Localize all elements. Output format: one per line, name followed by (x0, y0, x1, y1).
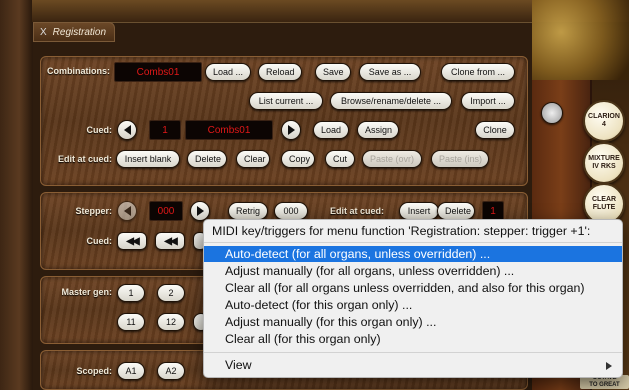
insert-blank-button[interactable]: Insert blank (116, 150, 180, 168)
stepper-display: 000 (149, 201, 183, 221)
retrig-button[interactable]: Retrig (228, 202, 268, 220)
menu-item-view-label: View (225, 358, 252, 372)
organ-knob-icon (541, 102, 563, 124)
master-gen-11-button[interactable]: 11 (117, 313, 145, 331)
menu-item-adjust-all[interactable]: Adjust manually (for all organs, unless … (204, 263, 622, 279)
cued-load-button[interactable]: Load (313, 121, 349, 139)
browse-rename-delete-button[interactable]: Browse/rename/delete ... (330, 92, 452, 110)
window-title: Registration (52, 26, 107, 38)
assign-button[interactable]: Assign (357, 121, 399, 139)
scoped-a2-button[interactable]: A2 (157, 362, 185, 380)
stepper-delete-button[interactable]: Delete (437, 202, 475, 220)
paste-overwrite-button[interactable]: Paste (ovr) (362, 150, 422, 168)
drawstop-mixture[interactable]: MIXTURE IV RKS (583, 142, 625, 184)
menu-item-auto-detect-all[interactable]: Auto-detect (for all organs, unless over… (204, 246, 622, 262)
master-gen-1-button[interactable]: 1 (117, 284, 145, 302)
stepper-edit-label: Edit at cued: (330, 206, 385, 216)
menu-separator (204, 242, 622, 243)
right-arrow-icon (196, 206, 204, 216)
import-button[interactable]: Import ... (461, 92, 515, 110)
scoped-a1-button[interactable]: A1 (117, 362, 145, 380)
cued-prev-button[interactable] (117, 120, 137, 140)
stepper-next-button[interactable] (190, 201, 210, 221)
rewind-icon: ◀◀ (126, 235, 139, 247)
submenu-arrow-icon (606, 362, 612, 370)
menu-item-clear-all-global[interactable]: Clear all (for all organs unless overrid… (204, 280, 622, 296)
left-arrow-icon (123, 206, 131, 216)
menu-item-clear-organ[interactable]: Clear all (for this organ only) (204, 331, 622, 347)
menu-item-adjust-organ[interactable]: Adjust manually (for this organ only) ..… (204, 314, 622, 330)
stepper-cued-label: Cued: (86, 236, 113, 246)
left-arrow-icon (123, 125, 131, 135)
cued-next-button[interactable] (281, 120, 301, 140)
stepper-prev-button[interactable] (117, 201, 137, 221)
list-current-button[interactable]: List current ... (249, 92, 323, 110)
reload-button[interactable]: Reload (258, 63, 302, 81)
cued-number-display: 1 (149, 120, 181, 140)
stepper-rewind-button[interactable]: ◀◀ (155, 232, 185, 250)
paste-insert-button[interactable]: Paste (ins) (431, 150, 489, 168)
combinations-display: Combs01 (114, 62, 202, 82)
stepper-first-button[interactable]: ◀◀ (117, 232, 147, 250)
combinations-label: Combinations: (47, 66, 110, 76)
delete-button[interactable]: Delete (187, 150, 227, 168)
cut-button[interactable]: Cut (325, 150, 355, 168)
organ-pipe-decoration (532, 0, 629, 80)
scoped-label: Scoped: (76, 366, 112, 376)
stepper-number-button[interactable]: 000 (274, 202, 308, 220)
midi-trigger-context-menu: MIDI key/triggers for menu function 'Reg… (203, 219, 623, 378)
menu-separator (204, 352, 622, 353)
cued-name-display: Combs01 (185, 120, 273, 140)
master-gen-label: Master gen: (61, 287, 112, 297)
rewind-icon: ◀◀ (164, 235, 177, 247)
stepper-digit-display: 1 (482, 201, 504, 221)
drawstop-clarion[interactable]: CLARION 4 (583, 100, 625, 142)
copy-button[interactable]: Copy (281, 150, 315, 168)
menu-item-auto-detect-organ[interactable]: Auto-detect (for this organ only) ... (204, 297, 622, 313)
edit-at-cued-label: Edit at cued: (57, 154, 112, 164)
registration-title-tab: X Registration (33, 22, 115, 42)
close-icon[interactable]: X (40, 27, 47, 38)
master-gen-12-button[interactable]: 12 (157, 313, 185, 331)
save-button[interactable]: Save (315, 63, 351, 81)
stepper-insert-button[interactable]: Insert (399, 202, 439, 220)
menu-header: MIDI key/triggers for menu function 'Reg… (212, 224, 591, 238)
organ-left-edge (0, 0, 32, 390)
right-arrow-icon (287, 125, 295, 135)
clear-button[interactable]: Clear (236, 150, 270, 168)
master-gen-2-button[interactable]: 2 (157, 284, 185, 302)
menu-item-view[interactable]: View (204, 357, 622, 373)
cued-clone-button[interactable]: Clone (475, 121, 515, 139)
save-as-button[interactable]: Save as ... (359, 63, 421, 81)
cued-label: Cued: (86, 125, 113, 135)
clone-from-button[interactable]: Clone from ... (441, 63, 515, 81)
load-button[interactable]: Load ... (205, 63, 251, 81)
stepper-label: Stepper: (75, 206, 112, 216)
